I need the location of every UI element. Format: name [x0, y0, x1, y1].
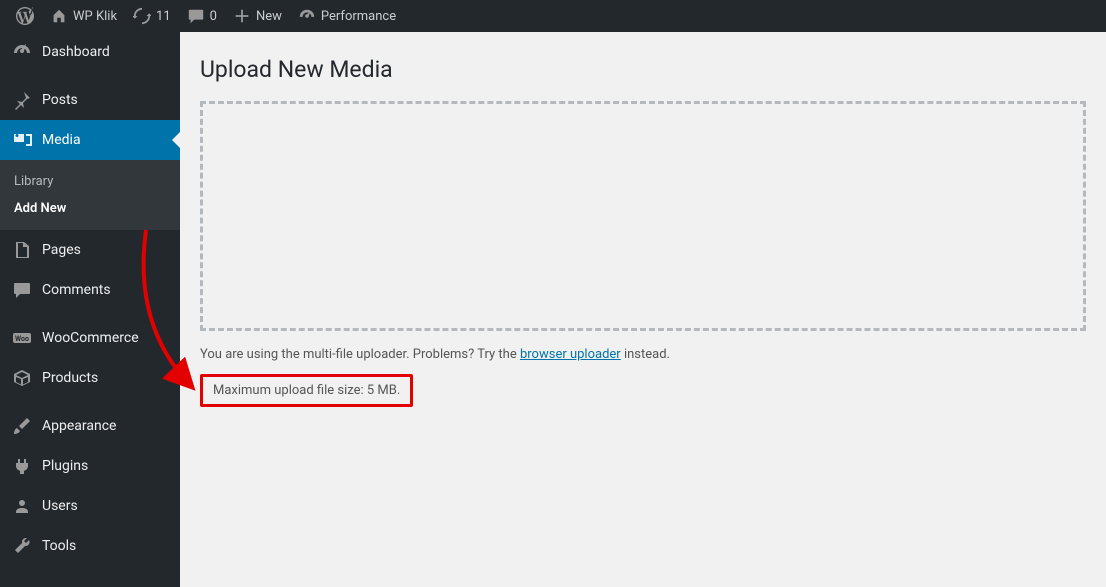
sidebar-item-label: Pages [42, 242, 81, 258]
sidebar-item-label: WooCommerce [42, 330, 139, 346]
updates-count: 11 [156, 9, 171, 24]
sidebar-item-label: Users [42, 498, 78, 514]
plus-icon [233, 7, 251, 25]
sidebar-item-label: Posts [42, 92, 78, 108]
admin-sidebar: Dashboard Posts Media Library Add New Pa… [0, 32, 180, 587]
site-name-label: WP Klik [73, 9, 117, 24]
brush-icon [12, 416, 32, 436]
media-submenu: Library Add New [0, 160, 180, 230]
main-content: Upload New Media You are using the multi… [180, 32, 1106, 587]
sidebar-item-label: Products [42, 370, 98, 386]
pages-icon [12, 240, 32, 260]
comment-icon [187, 7, 205, 25]
sidebar-item-appearance[interactable]: Appearance [0, 406, 180, 446]
sidebar-item-label: Comments [42, 282, 111, 298]
sidebar-item-media[interactable]: Media [0, 120, 180, 160]
helper-prefix: You are using the multi-file uploader. P… [200, 347, 520, 362]
sidebar-item-dashboard[interactable]: Dashboard [0, 32, 180, 72]
site-home[interactable]: WP Klik [42, 0, 125, 32]
wrench-icon [12, 536, 32, 556]
sidebar-item-pages[interactable]: Pages [0, 230, 180, 270]
performance[interactable]: Performance [290, 0, 404, 32]
products-icon [12, 368, 32, 388]
helper-suffix: instead. [621, 347, 670, 362]
new-label: New [256, 9, 282, 24]
update-icon [133, 7, 151, 25]
performance-label: Performance [321, 9, 396, 24]
sidebar-item-label: Dashboard [42, 44, 110, 60]
sidebar-item-label: Appearance [42, 418, 116, 434]
sidebar-item-users[interactable]: Users [0, 486, 180, 526]
max-upload-size: Maximum upload file size: 5 MB. [200, 374, 413, 407]
wp-logo[interactable] [8, 0, 42, 32]
admin-toolbar: WP Klik 11 0 New Performance [0, 0, 1106, 32]
browser-uploader-link[interactable]: browser uploader [520, 347, 621, 362]
comments-icon [12, 280, 32, 300]
uploader-helper-text: You are using the multi-file uploader. P… [200, 347, 1086, 362]
page-title: Upload New Media [200, 44, 1086, 97]
sidebar-sub-library[interactable]: Library [0, 168, 180, 195]
media-icon [12, 130, 32, 150]
sidebar-item-label: Media [42, 132, 81, 148]
plug-icon [12, 456, 32, 476]
sidebar-item-woocommerce[interactable]: Woo WooCommerce [0, 318, 180, 358]
sidebar-item-posts[interactable]: Posts [0, 80, 180, 120]
sidebar-item-tools[interactable]: Tools [0, 526, 180, 566]
toolbar-comments[interactable]: 0 [179, 0, 225, 32]
sidebar-item-plugins[interactable]: Plugins [0, 446, 180, 486]
sidebar-item-products[interactable]: Products [0, 358, 180, 398]
sidebar-item-label: Plugins [42, 458, 88, 474]
new-content[interactable]: New [225, 0, 290, 32]
svg-text:Woo: Woo [15, 335, 29, 343]
pin-icon [12, 90, 32, 110]
woocommerce-icon: Woo [12, 328, 32, 348]
wordpress-icon [16, 7, 34, 25]
gauge-icon [298, 7, 316, 25]
sidebar-item-comments[interactable]: Comments [0, 270, 180, 310]
dashboard-icon [12, 42, 32, 62]
home-icon [50, 7, 68, 25]
updates[interactable]: 11 [125, 0, 179, 32]
comments-count: 0 [210, 9, 217, 24]
users-icon [12, 496, 32, 516]
upload-dropzone[interactable] [200, 101, 1086, 331]
sidebar-item-label: Tools [42, 538, 76, 554]
sidebar-sub-addnew[interactable]: Add New [0, 195, 180, 222]
